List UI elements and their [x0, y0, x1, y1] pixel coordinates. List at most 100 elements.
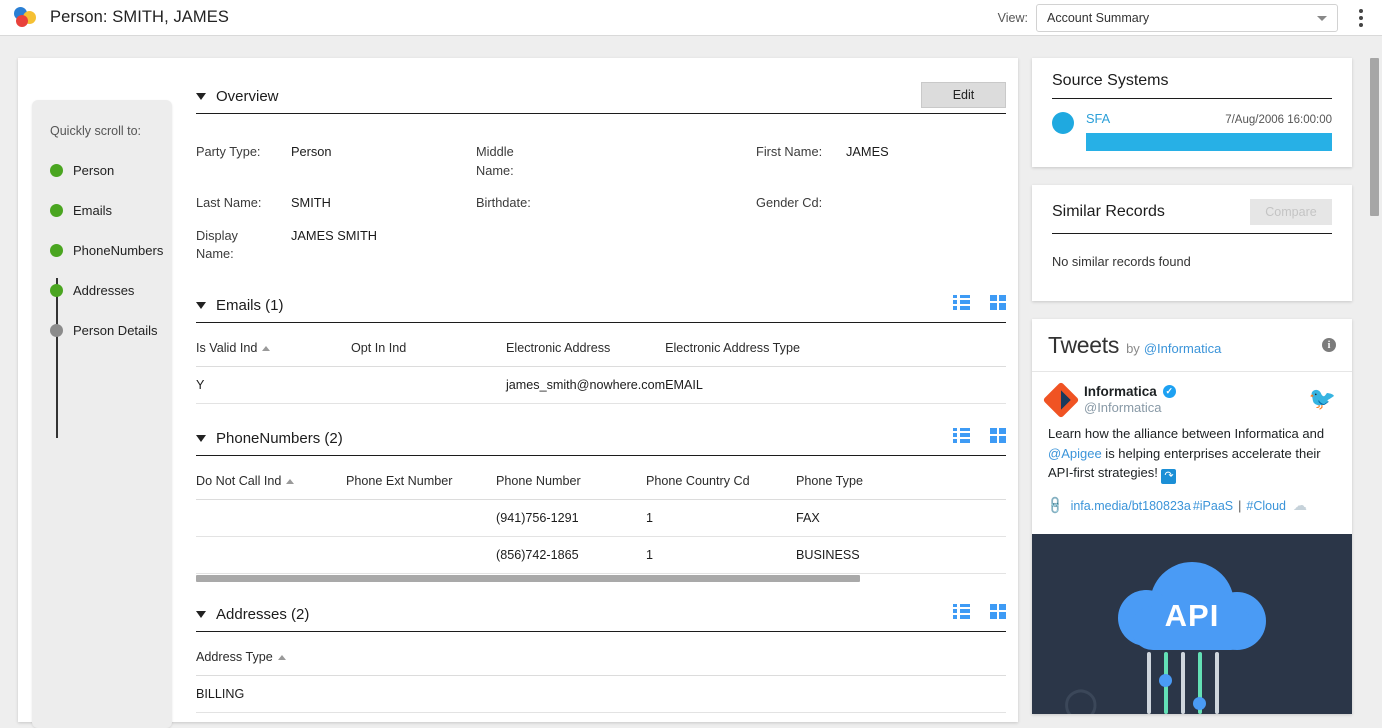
- kebab-menu-icon[interactable]: [1346, 3, 1376, 33]
- grid-view-icon[interactable]: [990, 603, 1006, 619]
- field-label-last-name: Last Name:: [196, 195, 262, 211]
- column-label: Electronic Address: [506, 340, 611, 355]
- cell-do-not-call-ind: [196, 499, 346, 537]
- page-scrollbar-thumb[interactable]: [1370, 58, 1379, 216]
- cell-phone-country-cd: 1: [646, 499, 796, 537]
- tweets-by-handle[interactable]: @Informatica: [1144, 341, 1222, 356]
- source-systems-card: Source Systems SFA 7/Aug/2006 16:00:00: [1032, 58, 1352, 167]
- table-row[interactable]: BILLING: [196, 675, 1006, 713]
- collapse-toggle-phonenumbers-icon[interactable]: [196, 434, 206, 442]
- view-dropdown[interactable]: Account Summary: [1036, 4, 1338, 32]
- tweet-image[interactable]: API ◯: [1032, 534, 1352, 714]
- cell-phone-country-cd: 1: [646, 536, 796, 574]
- cloud-graphic-icon: API: [1118, 562, 1266, 650]
- table-row[interactable]: (941)756-1291 1 FAX: [196, 499, 1006, 537]
- section-header-phonenumbers: PhoneNumbers (2): [196, 422, 1006, 456]
- section-title: PhoneNumbers (2): [216, 429, 343, 447]
- grid-view-icon[interactable]: [990, 294, 1006, 310]
- column-header-electronic-address[interactable]: Electronic Address: [506, 326, 666, 367]
- tweet-short-link[interactable]: infa.media/bt180823a: [1071, 499, 1191, 513]
- edit-button[interactable]: Edit: [921, 82, 1006, 108]
- cell-phone-number: (856)742-1865: [496, 536, 646, 574]
- sidebar-item-person[interactable]: Person: [32, 150, 172, 190]
- sidebar-item-label: Emails: [73, 202, 113, 218]
- addresses-table: Address Type BILLING LEGAL: [196, 635, 1006, 720]
- similar-records-empty-message: No similar records found: [1052, 254, 1191, 269]
- field-label-middle-name-line1: Middle: [476, 144, 514, 159]
- column-header-phone-country-cd[interactable]: Phone Country Cd: [646, 459, 796, 500]
- cell-phone-ext-number: [346, 536, 496, 574]
- field-value-birthdate: [576, 187, 756, 220]
- connector-lines-graphic: [1147, 652, 1237, 714]
- field-value-party-type: Person: [291, 144, 332, 159]
- source-system-timestamp: 7/Aug/2006 16:00:00: [1225, 114, 1332, 126]
- tweet-hashtag-cloud[interactable]: #Cloud: [1246, 499, 1286, 513]
- tweet-names: Informatica ✓ @Informatica: [1084, 384, 1176, 415]
- table-row[interactable]: Y james_smith@nowhere.com EMAIL: [196, 366, 1006, 404]
- field-value-last-name: SMITH: [291, 195, 331, 211]
- section-header-emails: Emails (1): [196, 289, 1006, 323]
- collapse-toggle-emails-icon[interactable]: [196, 301, 206, 309]
- tweet-hashtag-ipaas[interactable]: #iPaaS: [1193, 499, 1233, 513]
- nav-dot-icon: [50, 283, 63, 297]
- list-view-icon[interactable]: [953, 427, 970, 443]
- column-label: Phone Ext Number: [346, 473, 453, 488]
- source-system-entry[interactable]: SFA 7/Aug/2006 16:00:00: [1052, 99, 1332, 167]
- sidebar-item-addresses[interactable]: Addresses: [32, 270, 172, 310]
- field-value-middle-name: [576, 136, 756, 187]
- source-system-name[interactable]: SFA: [1086, 111, 1110, 126]
- field-label-display-name-line2: Name:: [196, 246, 234, 262]
- column-label: Do Not Call Ind: [196, 473, 282, 488]
- tweet-mention-link[interactable]: @Apigee: [1048, 446, 1102, 461]
- cell-opt-in-ind: [351, 366, 506, 404]
- avatar: [1042, 381, 1080, 419]
- column-label: Address Type: [196, 649, 273, 664]
- column-label: Electronic Address Type: [665, 340, 800, 355]
- link-icon: 🔗: [1044, 494, 1066, 516]
- sidebar-item-label: Person Details: [73, 322, 158, 338]
- table-row[interactable]: (856)742-1865 1 BUSINESS: [196, 536, 1006, 574]
- column-header-phone-number[interactable]: Phone Number: [496, 459, 646, 500]
- list-view-icon[interactable]: [953, 603, 970, 619]
- tweet-handle[interactable]: @Informatica: [1084, 400, 1176, 415]
- grid-view-icon[interactable]: [990, 427, 1006, 443]
- quick-scroll-title: Quickly scroll to:: [50, 124, 141, 138]
- sidebar-item-phonenumbers[interactable]: PhoneNumbers: [32, 230, 172, 270]
- twitter-bird-icon: 🐦: [1308, 386, 1336, 411]
- info-icon[interactable]: i: [1322, 338, 1336, 352]
- sidebar-item-person-details[interactable]: Person Details: [32, 310, 172, 350]
- collapse-toggle-addresses-icon[interactable]: [196, 610, 206, 618]
- nav-dot-icon: [50, 243, 63, 257]
- field-value-gender-cd: [846, 187, 1006, 220]
- tweet-display-name: Informatica: [1084, 384, 1157, 399]
- sort-ascending-icon: [262, 345, 271, 351]
- column-header-do-not-call-ind[interactable]: Do Not Call Ind: [196, 459, 346, 500]
- column-label: Phone Country Cd: [646, 473, 750, 488]
- sidebar-item-emails[interactable]: Emails: [32, 190, 172, 230]
- table-row[interactable]: LEGAL: [196, 712, 1006, 720]
- section-title: Addresses (2): [216, 605, 310, 623]
- cell-phone-ext-number: [346, 499, 496, 537]
- table-header-row: Is Valid Ind Opt In Ind Electronic Addre…: [196, 326, 1006, 367]
- section-title: Emails (1): [216, 296, 284, 314]
- collapse-toggle-overview-icon[interactable]: [196, 93, 206, 100]
- phonenumbers-horizontal-scrollbar[interactable]: [196, 574, 860, 582]
- column-header-phone-type[interactable]: Phone Type: [796, 459, 1006, 500]
- verified-badge-icon: ✓: [1162, 385, 1176, 398]
- list-view-icon[interactable]: [953, 294, 970, 310]
- column-header-opt-in-ind[interactable]: Opt In Ind: [351, 326, 506, 367]
- page-scrollbar-track[interactable]: [1368, 36, 1382, 717]
- tweet-display-name-row: Informatica ✓: [1084, 384, 1176, 399]
- column-header-phone-ext-number[interactable]: Phone Ext Number: [346, 459, 496, 500]
- column-label: Phone Type: [796, 473, 863, 488]
- column-header-electronic-address-type[interactable]: Electronic Address Type: [665, 326, 1006, 367]
- column-header-address-type[interactable]: Address Type: [196, 635, 1006, 676]
- tweet-meta: 🔗 infa.media/bt180823a #iPaaS | #Cloud ☁: [1044, 494, 1336, 516]
- section-title: Overview: [216, 88, 279, 105]
- field-label-gender-cd: Gender Cd:: [756, 195, 823, 211]
- sort-ascending-icon: [286, 478, 295, 484]
- field-label-middle-name: Middle Name:: [476, 136, 576, 187]
- table-header-row: Address Type: [196, 635, 1006, 676]
- column-header-is-valid-ind[interactable]: Is Valid Ind: [196, 326, 351, 367]
- cell-electronic-address: james_smith@nowhere.com: [506, 366, 666, 404]
